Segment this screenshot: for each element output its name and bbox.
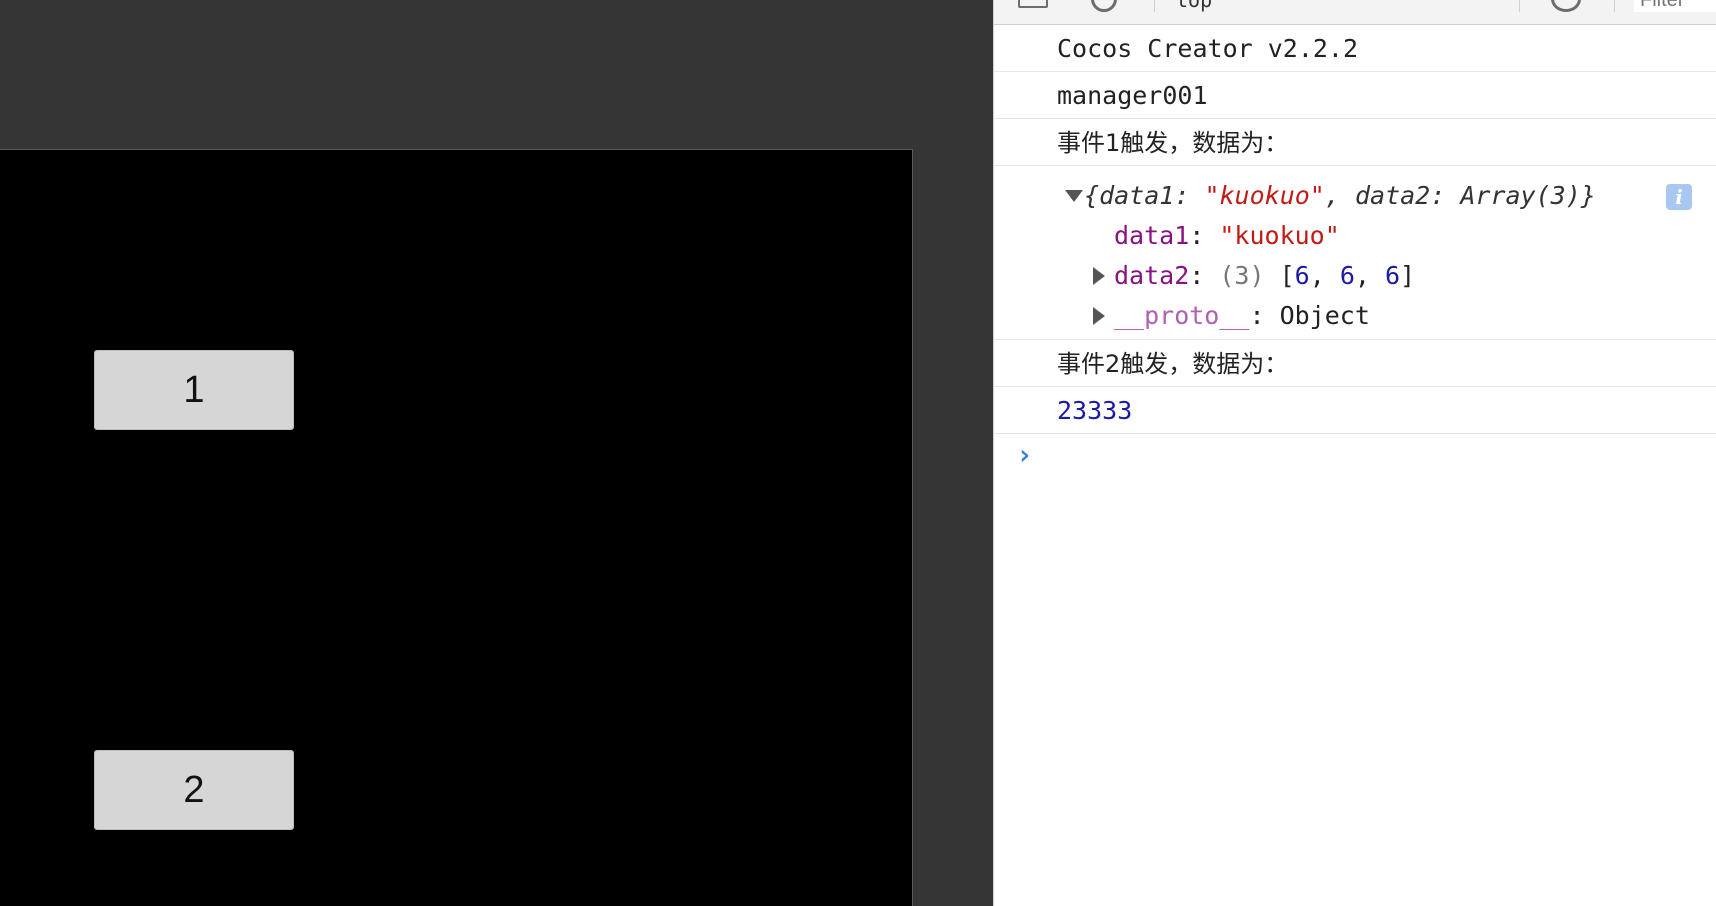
expand-triangle-icon[interactable] — [1065, 190, 1083, 202]
console-object-message: {data1: "kuokuo", data2: Array(3)} i dat… — [994, 166, 1716, 340]
message-text: 事件1触发，数据为： — [1057, 129, 1289, 157]
property-value: "kuokuo" — [1219, 221, 1340, 250]
console-message: 23333 — [994, 387, 1716, 434]
game-canvas[interactable]: 1 2 — [0, 149, 913, 906]
console-prompt[interactable]: › — [994, 434, 1716, 480]
live-expression-eye-icon[interactable] — [1551, 0, 1581, 12]
toolbar-divider — [1519, 0, 1520, 12]
array-length: (3) — [1219, 261, 1265, 290]
prompt-chevron-icon: › — [1016, 438, 1033, 471]
game-button-1[interactable]: 1 — [94, 350, 294, 430]
toolbar-divider — [1614, 0, 1615, 12]
sidebar-toggle-icon[interactable] — [1018, 0, 1048, 8]
object-property-row: data1: "kuokuo" — [1114, 221, 1340, 250]
filter-input[interactable] — [1634, 0, 1716, 12]
console-messages: Cocos Creator v2.2.2 manager001 事件1触发，数据… — [994, 25, 1716, 480]
game-button-2[interactable]: 2 — [94, 750, 294, 830]
property-value: Object — [1279, 301, 1370, 330]
expand-triangle-icon[interactable] — [1093, 267, 1105, 285]
object-preview-row[interactable]: {data1: "kuokuo", data2: Array(3)} i — [1057, 176, 1716, 216]
console-message: 事件2触发，数据为： — [994, 340, 1716, 387]
context-select[interactable]: top — [1176, 0, 1212, 12]
message-number: 23333 — [1057, 396, 1133, 425]
object-property-row[interactable]: __proto__: Object — [1057, 296, 1716, 336]
console-message: 事件1触发，数据为： — [994, 119, 1716, 166]
console-toolbar: top — [994, 0, 1716, 25]
expand-triangle-icon[interactable] — [1093, 307, 1105, 325]
message-text: Cocos Creator v2.2.2 — [1057, 34, 1359, 63]
message-text: manager001 — [1057, 81, 1208, 110]
toolbar-divider — [1154, 0, 1155, 12]
info-icon[interactable]: i — [1666, 184, 1692, 210]
console-message: Cocos Creator v2.2.2 — [994, 25, 1716, 72]
object-property-row[interactable]: data2: (3) [6, 6, 6] — [1057, 256, 1716, 296]
message-text: 事件2触发，数据为： — [1057, 350, 1289, 378]
devtools-console-panel: top Cocos Creator v2.2.2 manager001 事件1触… — [993, 0, 1716, 906]
console-message: manager001 — [994, 72, 1716, 119]
property-name: __proto__ — [1114, 301, 1250, 330]
object-preview[interactable]: {data1: "kuokuo", data2: Array(3)} — [1084, 176, 1596, 216]
property-name: data1 — [1114, 221, 1190, 250]
property-name: data2 — [1114, 261, 1190, 290]
game-preview-area: 1 2 — [0, 0, 993, 906]
clear-console-icon[interactable] — [1091, 0, 1117, 12]
console-input[interactable] — [1057, 440, 1701, 476]
